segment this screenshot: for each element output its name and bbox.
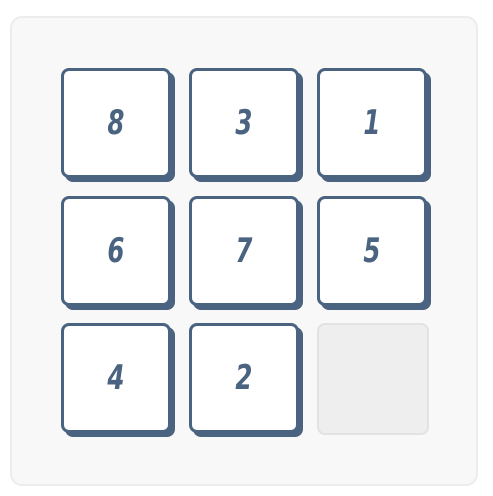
puzzle-tile[interactable]: 1 — [317, 68, 427, 178]
tile-number: 3 — [235, 103, 253, 143]
tile-number: 2 — [235, 358, 253, 398]
tile-number: 6 — [107, 231, 125, 271]
tile-number: 1 — [363, 103, 381, 143]
puzzle-tile[interactable]: 6 — [61, 196, 171, 306]
tile-number: 8 — [107, 103, 125, 143]
puzzle-tile[interactable]: 4 — [61, 323, 171, 433]
empty-slot[interactable] — [317, 323, 429, 435]
puzzle-tile[interactable]: 5 — [317, 196, 427, 306]
tile-number: 7 — [235, 231, 253, 271]
puzzle-tile[interactable]: 2 — [189, 323, 299, 433]
puzzle-tile[interactable]: 7 — [189, 196, 299, 306]
puzzle-tile[interactable]: 3 — [189, 68, 299, 178]
puzzle-tile[interactable]: 8 — [61, 68, 171, 178]
tile-number: 4 — [107, 358, 125, 398]
tile-number: 5 — [363, 231, 381, 271]
